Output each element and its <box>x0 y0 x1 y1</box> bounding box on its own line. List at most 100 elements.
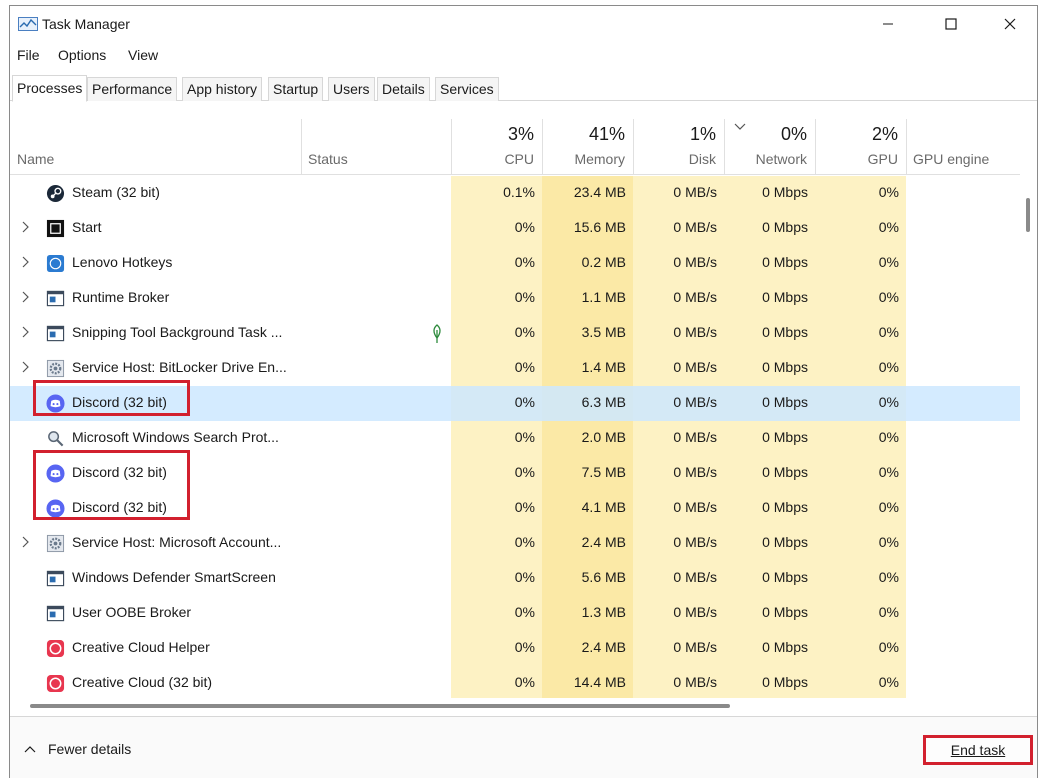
title-bar[interactable]: Task Manager <box>10 6 1037 42</box>
expand-chevron-right-icon[interactable] <box>20 291 30 303</box>
network-value: 0 Mbps <box>762 254 808 270</box>
tab-performance[interactable]: Performance <box>87 77 178 101</box>
horizontal-scrollbar[interactable] <box>10 701 1020 711</box>
network-value: 0 Mbps <box>762 464 808 480</box>
start-icon <box>46 219 65 238</box>
process-row[interactable]: Windows Defender SmartScreen 0% 5.6 MB 0 MB… <box>10 561 1020 596</box>
gpu-value: 0% <box>878 464 899 480</box>
process-row[interactable]: Start 0% 15.6 MB 0 MB/s 0 Mbps 0% <box>10 211 1020 246</box>
memory-value: 2.0 MB <box>581 429 626 445</box>
process-row[interactable]: Lenovo Hotkeys 0% 0.2 MB 0 MB/s 0 Mbps 0% <box>10 246 1020 281</box>
tab-services[interactable]: Services <box>435 77 499 101</box>
cpu-value: 0% <box>514 324 535 340</box>
cpu-value: 0% <box>514 464 535 480</box>
gpu-value: 0% <box>878 534 899 550</box>
cpu-value: 0% <box>514 359 535 375</box>
cpu-value: 0% <box>514 534 535 550</box>
process-row[interactable]: Discord (32 bit) 0% 4.1 MB 0 MB/s 0 Mbps 0% <box>10 491 1020 526</box>
cpu-column-header[interactable]: 3% CPU <box>451 119 542 175</box>
process-row[interactable]: Microsoft Windows Search Prot... 0% 2.0 MB… <box>10 421 1020 456</box>
memory-value: 5.6 MB <box>581 569 626 585</box>
gpu-value: 0% <box>878 184 899 200</box>
network-column-label: Network <box>755 151 807 167</box>
name-column-header[interactable]: Name <box>10 119 301 175</box>
app-window-icon <box>46 290 65 307</box>
expand-chevron-right-icon[interactable] <box>20 256 30 268</box>
process-row[interactable]: Discord (32 bit) 0% 7.5 MB 0 MB/s 0 Mbps 0% <box>10 456 1020 491</box>
process-row[interactable]: Steam (32 bit) 0.1% 23.4 MB 0 MB/s 0 Mbps 0% <box>10 176 1020 211</box>
cpu-value: 0% <box>514 674 535 690</box>
process-row[interactable]: Service Host: BitLocker Drive En... 0% 1.4… <box>10 351 1020 386</box>
tab-processes[interactable]: Processes <box>12 75 88 102</box>
menu-view[interactable]: View <box>128 47 158 63</box>
memory-value: 23.4 MB <box>573 184 626 200</box>
efficiency-mode-leaf-icon <box>433 324 441 343</box>
end-task-button[interactable]: End task <box>923 735 1033 765</box>
fewer-details-button[interactable]: Fewer details <box>24 741 131 757</box>
disk-value: 0 MB/s <box>673 569 717 585</box>
expand-chevron-right-icon[interactable] <box>20 221 30 233</box>
gear-icon <box>46 359 65 378</box>
gpu-value: 0% <box>878 569 899 585</box>
network-column-header[interactable]: 0% Network <box>724 119 815 175</box>
steam-icon <box>46 184 65 203</box>
disk-value: 0 MB/s <box>673 219 717 235</box>
minimize-button[interactable] <box>865 6 911 42</box>
expand-chevron-right-icon[interactable] <box>20 361 30 373</box>
tab-details[interactable]: Details <box>377 77 430 101</box>
process-row[interactable]: Creative Cloud Helper 0% 2.4 MB 0 MB/s 0 Mbp… <box>10 631 1020 666</box>
network-value: 0 Mbps <box>762 219 808 235</box>
vertical-scroll-thumb[interactable] <box>1026 198 1030 232</box>
tab-users[interactable]: Users <box>328 77 375 101</box>
process-row[interactable]: User OOBE Broker 0% 1.3 MB 0 MB/s 0 Mbps 0% <box>10 596 1020 631</box>
gpu-column-header[interactable]: 2% GPU <box>815 119 906 175</box>
network-value: 0 Mbps <box>762 394 808 410</box>
gpu-engine-column-header[interactable]: GPU engine <box>906 119 1020 175</box>
process-row[interactable]: Discord (32 bit) 0% 6.3 MB 0 MB/s 0 Mbps 0% <box>10 386 1020 421</box>
network-value: 0 Mbps <box>762 289 808 305</box>
disk-value: 0 MB/s <box>673 464 717 480</box>
tab-app-history[interactable]: App history <box>182 77 263 101</box>
chevron-up-icon <box>24 746 36 753</box>
process-row[interactable]: Service Host: Microsoft Account... 0% 2.4 … <box>10 526 1020 561</box>
memory-column-header[interactable]: 41% Memory <box>542 119 633 175</box>
memory-value: 3.5 MB <box>581 324 626 340</box>
cpu-column-label: CPU <box>504 151 534 167</box>
fewer-details-label: Fewer details <box>48 741 132 757</box>
lenovo-hotkeys-icon <box>46 254 65 273</box>
discord-icon <box>46 394 65 413</box>
disk-column-header[interactable]: 1% Disk <box>633 119 724 175</box>
cpu-value: 0% <box>514 289 535 305</box>
network-value: 0 Mbps <box>762 359 808 375</box>
gpu-total: 2% <box>871 124 898 144</box>
process-row[interactable]: Snipping Tool Background Task ... 0% 3.5 M… <box>10 316 1020 351</box>
cpu-value: 0% <box>514 604 535 620</box>
process-name: User OOBE Broker <box>72 604 192 620</box>
footer-bar: Fewer details End task <box>10 716 1037 778</box>
disk-value: 0 MB/s <box>673 184 717 200</box>
maximize-button[interactable] <box>928 6 974 42</box>
gpu-value: 0% <box>878 604 899 620</box>
network-value: 0 Mbps <box>762 184 808 200</box>
disk-total: 1% <box>689 124 716 144</box>
network-value: 0 Mbps <box>762 569 808 585</box>
gpu-value: 0% <box>878 499 899 515</box>
menu-file[interactable]: File <box>17 47 40 63</box>
network-value: 0 Mbps <box>762 674 808 690</box>
expand-chevron-right-icon[interactable] <box>20 326 30 338</box>
gpu-value: 0% <box>878 359 899 375</box>
expand-chevron-right-icon[interactable] <box>20 536 30 548</box>
process-row[interactable]: Creative Cloud (32 bit) 0% 14.4 MB 0 MB/s 0 … <box>10 666 1020 698</box>
process-row[interactable]: Runtime Broker 0% 1.1 MB 0 MB/s 0 Mbps 0% <box>10 281 1020 316</box>
process-name: Service Host: Microsoft Account... <box>72 534 282 550</box>
tab-startup[interactable]: Startup <box>268 77 324 101</box>
network-value: 0 Mbps <box>762 429 808 445</box>
vertical-scrollbar[interactable] <box>1023 176 1031 698</box>
disk-column-label: Disk <box>688 151 716 167</box>
process-name: Service Host: BitLocker Drive En... <box>72 359 287 375</box>
close-button[interactable] <box>987 6 1033 42</box>
process-name: Start <box>72 219 102 235</box>
menu-options[interactable]: Options <box>58 47 106 63</box>
status-column-header[interactable]: Status <box>301 119 451 175</box>
horizontal-scroll-thumb[interactable] <box>30 704 730 708</box>
